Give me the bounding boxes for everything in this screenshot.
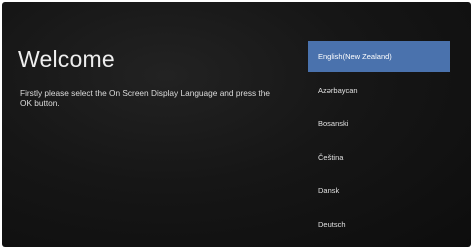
language-item-bosanski[interactable]: Bosanski — [308, 108, 450, 139]
language-item-azerbaycan[interactable]: Azərbaycan — [308, 75, 450, 106]
language-item-label: Čeština — [318, 152, 344, 162]
language-item-english-new-zealand[interactable]: English(New Zealand) — [308, 41, 450, 72]
language-item-label: English(New Zealand) — [318, 52, 392, 61]
language-item-label: Azərbaycan — [318, 85, 358, 95]
language-item-deutsch[interactable]: Deutsch — [308, 209, 450, 240]
language-item-cestina[interactable]: Čeština — [308, 142, 450, 173]
language-list: English(New Zealand) Azərbaycan Bosanski… — [308, 41, 450, 242]
tv-screen: Welcome Firstly please select the On Scr… — [2, 2, 471, 247]
language-item-label: Dansk — [318, 186, 340, 195]
instruction-text: Firstly please select the On Screen Disp… — [20, 88, 270, 108]
welcome-title: Welcome — [18, 46, 115, 72]
language-item-dansk[interactable]: Dansk — [308, 175, 450, 206]
language-item-label: Bosanski — [318, 119, 349, 128]
language-item-label: Deutsch — [318, 219, 346, 229]
